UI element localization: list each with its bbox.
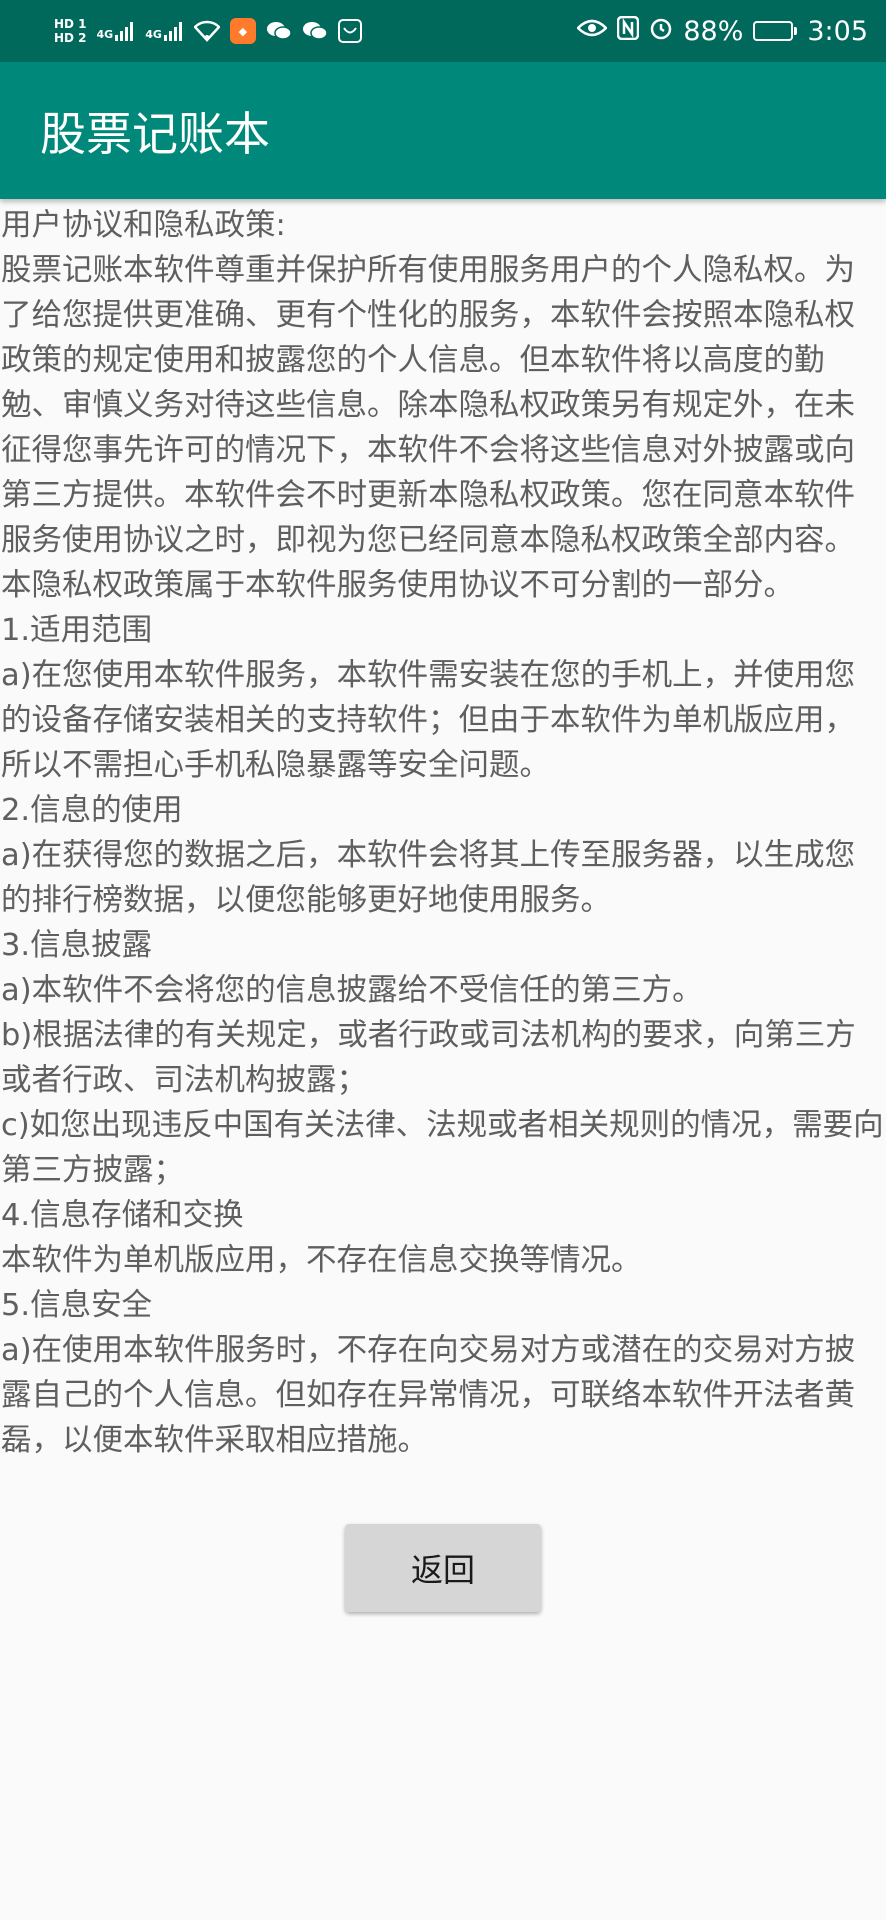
wechat-icon xyxy=(266,18,292,44)
section-paragraph: b)根据法律的有关规定，或者行政或司法机构的要求，向第三方或者行政、司法机构披露… xyxy=(1,1018,856,1098)
signal-2-label: 4G xyxy=(145,28,162,41)
section-title: 5.信息安全 xyxy=(1,1288,153,1323)
policy-intro: 股票记账本软件尊重并保护所有使用服务用户的个人隐私权。为了给您提供更准确、更有个… xyxy=(1,253,855,603)
eye-icon xyxy=(576,18,609,44)
app-bar: 股票记账本 xyxy=(0,62,886,199)
nfc-icon xyxy=(617,15,640,46)
section-paragraph: a)本软件不会将您的信息披露给不受信任的第三方。 xyxy=(1,973,703,1008)
wifi-icon xyxy=(193,18,220,44)
battery-percent: 88% xyxy=(683,15,744,47)
back-button[interactable]: 返回 xyxy=(345,1524,541,1612)
signal-icon: 4G xyxy=(97,21,134,41)
section-paragraph: 本软件为单机版应用，不存在信息交换等情况。 xyxy=(1,1243,642,1278)
taobao-app-icon: ◆ xyxy=(229,18,256,44)
section-title: 2.信息的使用 xyxy=(1,793,183,828)
hd-2-label: HD 2 xyxy=(54,31,87,45)
status-bar: HD 1 HD 2 4G 4G ◆ 88% 3:05 xyxy=(0,0,886,62)
wechat-icon xyxy=(302,18,328,44)
privacy-policy-text: 用户协议和隐私政策: 股票记账本软件尊重并保护所有使用服务用户的个人隐私权。为了… xyxy=(0,203,886,1463)
hd-indicator: HD 1 HD 2 xyxy=(54,17,87,45)
section-title: 3.信息披露 xyxy=(1,928,153,963)
status-left: HD 1 HD 2 4G 4G ◆ xyxy=(54,17,366,45)
section-paragraph: a)在使用本软件服务时，不存在向交易对方或潜在的交易对方披露自己的个人信息。但如… xyxy=(1,1333,856,1458)
hd-1-label: HD 1 xyxy=(54,17,87,31)
section-paragraph: a)在获得您的数据之后，本软件会将其上传至服务器，以生成您的排行榜数据，以便您能… xyxy=(1,838,856,918)
section-title: 1.适用范围 xyxy=(1,613,153,648)
section-paragraph: c)如您出现违反中国有关法律、法规或者相关规则的情况，需要向第三方披露； xyxy=(1,1108,884,1188)
section-paragraph: a)在您使用本软件服务，本软件需安装在您的手机上，并使用您的设备存储安装相关的支… xyxy=(1,658,856,783)
status-right: 88% 3:05 xyxy=(576,15,868,47)
back-button-container: 返回 xyxy=(0,1524,886,1612)
clock: 3:05 xyxy=(807,15,868,47)
signal-1-label: 4G xyxy=(96,28,114,41)
app-title: 股票记账本 xyxy=(40,106,270,161)
alarm-icon xyxy=(649,16,673,46)
policy-heading: 用户协议和隐私政策: xyxy=(1,208,286,243)
battery-icon xyxy=(753,21,798,41)
signal-icon: 4G xyxy=(145,21,182,41)
doc-app-icon xyxy=(337,19,362,43)
section-title: 4.信息存储和交换 xyxy=(1,1198,244,1233)
